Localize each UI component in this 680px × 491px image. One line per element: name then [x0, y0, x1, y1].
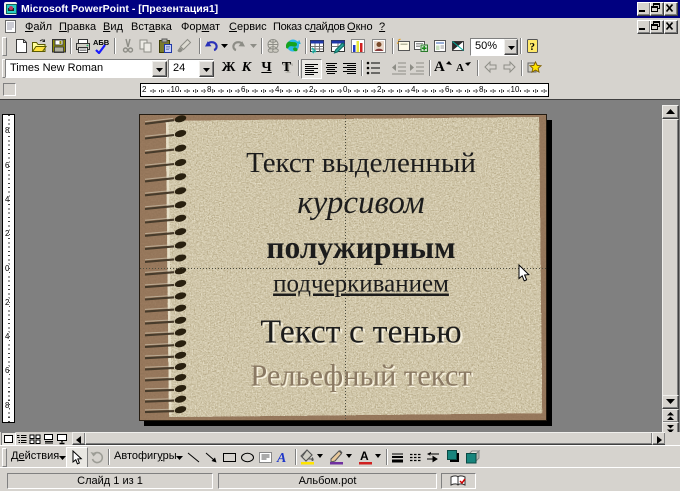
svg-text:АБВ: АБВ — [93, 38, 109, 47]
svg-text:Текст с тенью: Текст с тенью — [260, 314, 461, 351]
svg-text:Рельефный текст: Рельефный текст — [250, 358, 471, 392]
svg-text:Текст выделенный: Текст выделенный — [246, 147, 476, 179]
svg-text:А: А — [276, 451, 286, 465]
svg-text:подчеркиванием: подчеркиванием — [273, 271, 449, 298]
svg-text:курсивом: курсивом — [297, 185, 425, 221]
svg-text:полужирным: полужирным — [266, 230, 455, 265]
svg-text:А: А — [360, 449, 369, 463]
svg-text:?: ? — [530, 41, 536, 53]
